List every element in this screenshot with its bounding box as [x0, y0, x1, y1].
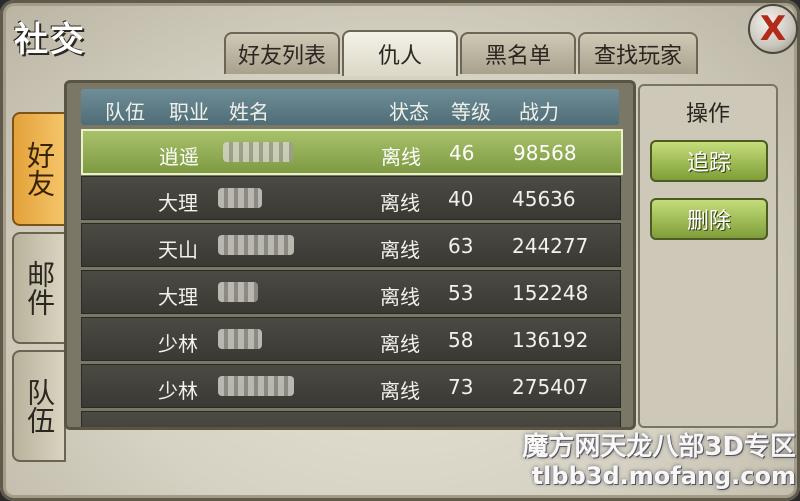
tab-blacklist[interactable]: 黑名单: [460, 32, 576, 74]
tab-find-player[interactable]: 查找玩家: [578, 32, 698, 74]
cell-class: 天山: [158, 238, 198, 262]
cell-status: 离线: [380, 191, 420, 215]
cell-level: 53: [448, 281, 474, 305]
cell-level: 58: [448, 328, 474, 352]
name-redacted: [218, 235, 294, 255]
cell-status: 离线: [380, 379, 420, 403]
name-redacted: [218, 329, 262, 349]
window-title: 社交: [14, 20, 86, 60]
header-level: 等级: [451, 100, 491, 124]
cell-class: 大理: [158, 285, 198, 309]
close-icon: X: [759, 9, 787, 49]
table-row[interactable]: 少林 离线 58 136192: [81, 317, 621, 361]
cell-power: 152248: [512, 281, 589, 305]
side-tab-mail[interactable]: 邮件: [12, 232, 66, 344]
table-row[interactable]: 少林 离线 73 275407: [81, 364, 621, 408]
header-class: 职业: [169, 100, 209, 124]
cell-power: 136192: [512, 328, 589, 352]
enemy-list-panel[interactable]: 队伍 职业 姓名 状态 等级 战力 逍遥 离线 46 98568 大理 离线 4…: [64, 80, 636, 430]
site-watermark: 魔方网天龙八部3D专区 tlbb3d.mofang.com: [480, 432, 796, 490]
side-tab-team[interactable]: 队伍: [12, 350, 66, 462]
cell-status: 离线: [380, 285, 420, 309]
cell-level: 63: [448, 234, 474, 258]
cell-level: 73: [448, 375, 474, 399]
table-row-partial[interactable]: [81, 411, 621, 427]
watermark-line1: 魔方网天龙八部3D专区: [522, 432, 796, 462]
close-button[interactable]: X: [748, 4, 798, 54]
tab-enemies[interactable]: 仇人: [342, 30, 458, 76]
cell-status: 离线: [380, 238, 420, 262]
cell-status: 离线: [380, 332, 420, 356]
table-row[interactable]: 逍遥 离线 46 98568: [81, 129, 623, 175]
name-redacted: [218, 376, 294, 396]
table-row[interactable]: 大理 离线 40 45636: [81, 176, 621, 220]
operations-panel: 操作 追踪 删除: [638, 84, 778, 428]
cell-level: 46: [449, 141, 475, 165]
name-redacted: [218, 188, 262, 208]
table-row[interactable]: 天山 离线 63 244277: [81, 223, 621, 267]
social-window: 社交 X 好友列表 仇人 黑名单 查找玩家 好友 邮件 队伍 队伍 职业 姓名 …: [0, 0, 800, 501]
name-redacted: [223, 142, 293, 162]
side-tab-friends[interactable]: 好友: [12, 112, 66, 226]
track-button[interactable]: 追踪: [650, 140, 768, 182]
cell-power: 244277: [512, 234, 589, 258]
cell-power: 275407: [512, 375, 589, 399]
delete-button[interactable]: 删除: [650, 198, 768, 240]
cell-class: 大理: [158, 191, 198, 215]
table-row[interactable]: 大理 离线 53 152248: [81, 270, 621, 314]
name-redacted: [218, 282, 258, 302]
watermark-line2: tlbb3d.mofang.com: [531, 462, 796, 490]
cell-class: 少林: [158, 379, 198, 403]
header-status: 状态: [389, 100, 429, 124]
cell-level: 40: [448, 187, 474, 211]
table-header: 队伍 职业 姓名 状态 等级 战力: [81, 89, 619, 125]
operations-title: 操作: [685, 102, 730, 127]
tab-friend-list[interactable]: 好友列表: [224, 32, 340, 74]
cell-status: 离线: [381, 145, 421, 169]
cell-power: 45636: [512, 187, 576, 211]
header-team: 队伍: [105, 100, 145, 124]
header-power: 战力: [519, 100, 559, 124]
cell-power: 98568: [513, 141, 577, 165]
header-name: 姓名: [229, 100, 269, 124]
cell-class: 少林: [158, 332, 198, 356]
cell-class: 逍遥: [159, 145, 199, 169]
